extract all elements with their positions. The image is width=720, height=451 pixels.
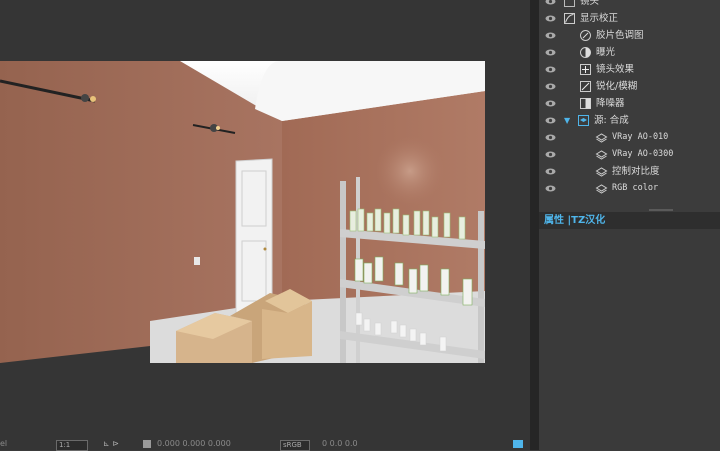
layer-row[interactable]: 显示校正 [539,10,720,27]
layer-row[interactable]: RGB color [539,180,720,197]
eye-icon[interactable] [545,13,556,24]
tab-properties[interactable]: 属性 |TZ汉化 [544,214,605,227]
layer-label: 锐化/模糊 [596,81,638,92]
layer-label: 镜头 [580,0,600,7]
layer-label: RGB color [612,183,659,193]
exposure-icon [580,47,591,58]
layer-row[interactable]: 胶片色调图 [539,27,720,44]
layers-icon [578,115,589,126]
layer-stack-icon [595,133,608,143]
layer-label: 曝光 [596,47,616,58]
layer-row[interactable]: 降噪器 [539,95,720,112]
layer-row[interactable]: 控制对比度 [539,163,720,180]
color-swatch[interactable] [143,440,151,448]
denoiser-icon [580,98,591,109]
room-render [0,61,485,363]
rendered-image [0,61,485,363]
status-label: el [0,439,8,448]
door [235,158,273,314]
coordinate-readout: 0.000 0.000 0.000 [157,439,231,448]
layer-row[interactable]: 曝光 [539,44,720,61]
layer-row[interactable]: 锐化/模糊 [539,78,720,95]
layer-label: VRay AO-0300 [612,149,674,159]
layer-row[interactable]: VRay AO-0300 [539,146,720,163]
layer-label: VRay AO-010 [612,132,669,142]
square-icon [564,0,575,7]
eye-icon[interactable] [545,166,556,177]
layer-row[interactable]: 镜头 [539,0,720,10]
eye-icon[interactable] [545,64,556,75]
expand-arrow-icon[interactable]: ▼ [564,114,570,127]
sharpen-icon [580,81,591,92]
layer-label: 源: 合成 [594,115,629,126]
eye-icon[interactable] [545,115,556,126]
layer-stack-icon [595,167,608,177]
eye-icon[interactable] [545,183,556,194]
zoom-select[interactable]: 1:1 [56,440,88,451]
properties-header: 属性 |TZ汉化 [539,212,720,229]
curve-icon [564,13,575,24]
splitter-handle[interactable] [649,209,673,211]
monitor-icon[interactable] [513,440,523,448]
layer-label: 控制对比度 [612,166,660,177]
eye-icon[interactable] [545,98,556,109]
eye-icon[interactable] [545,47,556,58]
eye-icon[interactable] [545,30,556,41]
layer-label: 显示校正 [580,13,619,24]
value-readout: 0 0.0 0.0 [322,439,358,448]
lens-effects-icon [580,64,591,75]
eye-icon[interactable] [545,149,556,160]
layer-label: 镜头效果 [596,64,635,75]
color-space-select[interactable]: sRGB [280,440,310,451]
layer-label: 胶片色调图 [596,30,644,41]
layers-panel: 镜头显示校正胶片色调图曝光镜头效果锐化/模糊降噪器 ▼ 源: 合成 VRay AO-0… [539,0,720,450]
eye-icon[interactable] [545,0,556,7]
eye-icon[interactable] [545,81,556,92]
layer-label: 降噪器 [596,98,625,109]
viewport-status-bar: el 1:1 ⊾ ⊳ 0.000 0.000 0.000 sRGB 0 0.0 … [0,438,530,451]
panel-divider[interactable] [530,0,539,450]
filmic-icon [580,30,591,41]
properties-body [539,229,720,450]
layer-row[interactable]: ▼ 源: 合成 [539,112,720,129]
layer-row[interactable]: 镜头效果 [539,61,720,78]
layer-row[interactable]: VRay AO-010 [539,129,720,146]
eye-icon[interactable] [545,132,556,143]
render-viewport[interactable]: el 1:1 ⊾ ⊳ 0.000 0.000 0.000 sRGB 0 0.0 … [0,0,530,451]
layer-stack-icon [595,184,608,194]
layer-stack-icon [595,150,608,160]
pick-icon[interactable]: ⊾ ⊳ [103,438,119,450]
